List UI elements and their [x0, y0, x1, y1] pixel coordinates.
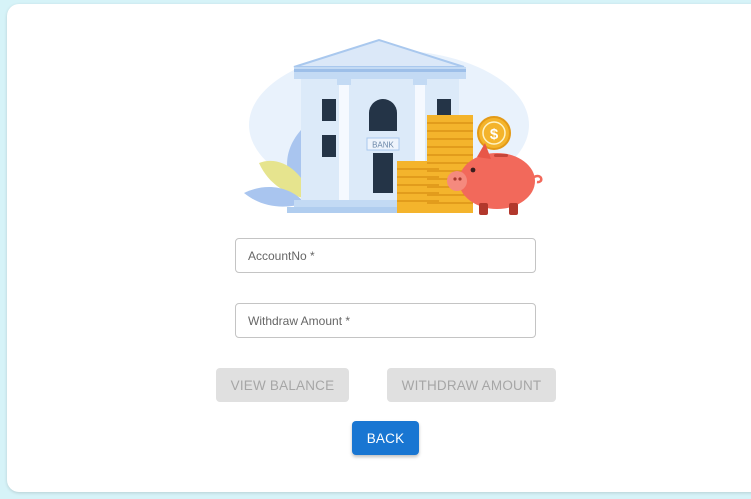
withdraw-amount-input[interactable] — [236, 304, 535, 337]
withdraw-amount-field[interactable] — [235, 303, 536, 338]
dollar-coin-icon: $ — [477, 116, 511, 150]
withdraw-amount-button[interactable]: WITHDRAW AMOUNT — [387, 368, 556, 402]
account-number-input[interactable] — [236, 239, 535, 272]
back-button[interactable]: BACK — [352, 421, 419, 455]
view-balance-button[interactable]: VIEW BALANCE — [216, 368, 349, 402]
coin-symbol: $ — [490, 126, 499, 143]
account-number-field[interactable] — [235, 238, 536, 273]
bank-piggy-illustration: BANK $ — [244, 38, 543, 215]
bank-sign-text: BANK — [372, 141, 394, 150]
